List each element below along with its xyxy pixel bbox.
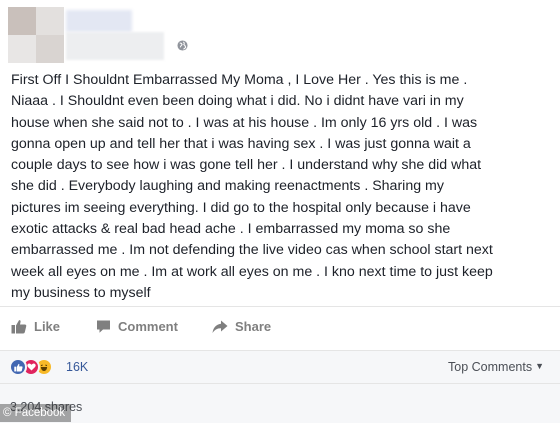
thumbs-up-icon [11, 320, 27, 334]
top-comments-dropdown[interactable]: Top Comments ▼ [448, 360, 544, 374]
timestamp-redacted[interactable] [66, 32, 164, 60]
comment-button[interactable]: Comment [96, 319, 178, 334]
caret-down-icon: ▼ [535, 361, 544, 371]
globe-icon [177, 40, 188, 51]
post-text: First Off I Shouldnt Embarrassed My Moma… [11, 72, 493, 301]
like-button[interactable]: Like [11, 319, 60, 334]
avatar[interactable] [8, 7, 64, 63]
comment-icon [97, 320, 110, 333]
facebook-post-card: First Off I Shouldnt Embarrassed My Moma… [0, 0, 560, 423]
comment-label: Comment [118, 319, 178, 334]
like-icon [9, 358, 27, 376]
author-name-redacted[interactable] [66, 10, 132, 32]
reactions-bar: 16K Top Comments ▼ [0, 350, 560, 383]
share-arrow-icon [212, 320, 228, 333]
share-button[interactable]: Share [212, 319, 271, 334]
reaction-icons[interactable] [9, 358, 53, 376]
shares-bar: 3,204 shares [0, 383, 560, 423]
watermark: © Facebook [0, 404, 72, 422]
like-label: Like [34, 319, 61, 334]
post-actions-bar: Like Comment Share [0, 306, 560, 347]
reaction-count[interactable]: 16K [66, 360, 88, 374]
top-comments-label: Top Comments [448, 360, 533, 374]
share-label: Share [235, 319, 272, 334]
